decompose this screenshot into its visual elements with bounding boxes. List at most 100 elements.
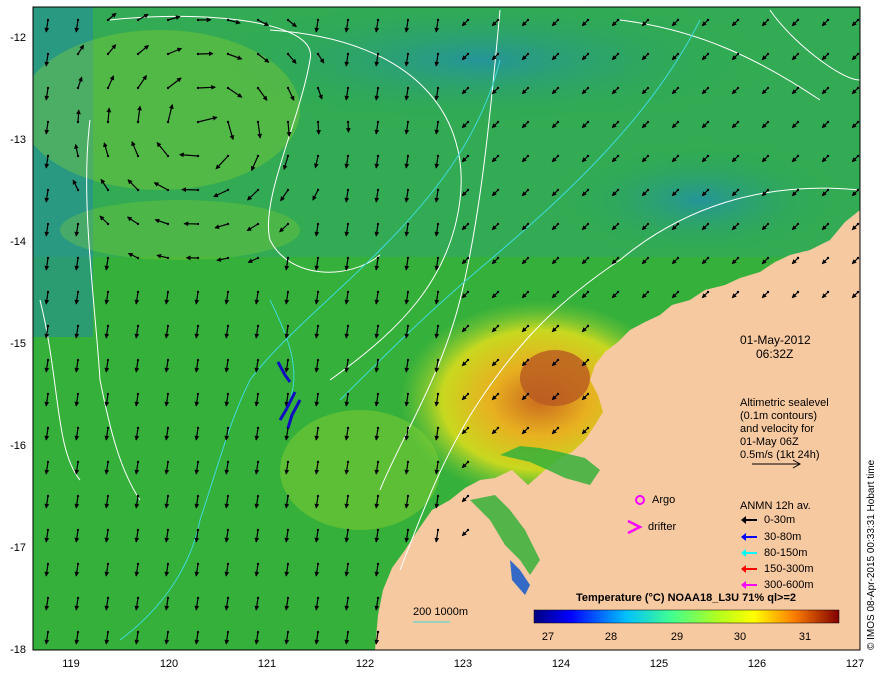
velocity-arrow-origin <box>616 18 620 22</box>
velocity-arrow-origin <box>346 222 350 226</box>
velocity-arrow-origin <box>406 222 410 226</box>
velocity-arrow-origin <box>196 256 200 260</box>
velocity-arrow-origin <box>796 256 800 260</box>
velocity-arrow-origin <box>826 18 830 22</box>
velocity-arrow-origin <box>46 256 50 260</box>
velocity-arrow-origin <box>166 596 170 600</box>
velocity-arrow-origin <box>166 52 170 56</box>
velocity-arrow-origin <box>106 426 110 430</box>
velocity-arrow-origin <box>196 290 200 294</box>
velocity-arrow-origin <box>556 86 560 90</box>
velocity-arrow-origin <box>436 494 440 498</box>
lon-tick: 125 <box>649 658 669 670</box>
velocity-arrow-origin <box>766 256 770 260</box>
anmn-legend-item: 300-600m <box>764 579 814 591</box>
velocity-arrow-origin <box>346 630 350 634</box>
velocity-arrow-origin <box>316 494 320 498</box>
velocity-arrow-origin <box>166 562 170 566</box>
velocity-arrow-origin <box>346 120 350 124</box>
velocity-arrow-origin <box>856 256 860 260</box>
velocity-arrow-origin <box>136 120 140 124</box>
velocity-arrow-origin <box>376 256 380 260</box>
altimetry-note: Altimetric sealevel (0.1m contours) and … <box>740 397 829 461</box>
velocity-arrow-origin <box>316 392 320 396</box>
velocity-arrow-origin <box>166 120 170 124</box>
velocity-arrow-origin <box>226 86 230 90</box>
velocity-arrow-origin <box>736 120 740 124</box>
velocity-arrow-origin <box>106 358 110 362</box>
velocity-arrow-origin <box>286 392 290 396</box>
velocity-arrow-origin <box>736 188 740 192</box>
velocity-arrow-origin <box>76 222 80 226</box>
velocity-arrow-origin <box>256 460 260 464</box>
velocity-arrow-origin <box>316 18 320 22</box>
velocity-arrow-origin <box>226 494 230 498</box>
velocity-arrow-origin <box>346 460 350 464</box>
velocity-arrow-origin <box>466 392 470 396</box>
velocity-arrow-origin <box>316 358 320 362</box>
velocity-arrow-origin <box>136 562 140 566</box>
velocity-arrow-origin <box>586 392 590 396</box>
velocity-arrow-origin <box>346 392 350 396</box>
velocity-arrow-origin <box>376 188 380 192</box>
velocity-arrow-origin <box>166 460 170 464</box>
velocity-arrow-origin <box>376 154 380 158</box>
velocity-arrow-origin <box>586 120 590 124</box>
lat-tick: -18 <box>10 644 26 656</box>
velocity-arrow-origin <box>616 120 620 124</box>
velocity-arrow-origin <box>106 630 110 634</box>
velocity-arrow-origin <box>436 460 440 464</box>
velocity-arrow-origin <box>46 596 50 600</box>
velocity-arrow-origin <box>46 290 50 294</box>
velocity-arrow-origin <box>436 188 440 192</box>
velocity-arrow-origin <box>496 86 500 90</box>
velocity-arrow-origin <box>586 324 590 328</box>
velocity-arrow-origin <box>616 86 620 90</box>
velocity-arrow-origin <box>706 256 710 260</box>
velocity-arrow-origin <box>406 120 410 124</box>
velocity-arrow-origin <box>76 494 80 498</box>
velocity-arrow-origin <box>676 222 680 226</box>
velocity-arrow-origin <box>466 256 470 260</box>
velocity-arrow-origin <box>286 324 290 328</box>
velocity-arrow-origin <box>706 52 710 56</box>
colorbar-tick: 28 <box>604 631 618 643</box>
velocity-arrow-origin <box>616 188 620 192</box>
velocity-arrow-origin <box>436 222 440 226</box>
velocity-arrow-origin <box>376 562 380 566</box>
velocity-arrow-origin <box>676 120 680 124</box>
velocity-arrow-origin <box>406 256 410 260</box>
velocity-arrow-origin <box>766 290 770 294</box>
velocity-arrow-origin <box>46 120 50 124</box>
velocity-arrow-origin <box>346 86 350 90</box>
velocity-arrow-origin <box>616 256 620 260</box>
velocity-arrow-origin <box>316 562 320 566</box>
velocity-arrow-origin <box>76 188 80 192</box>
velocity-arrow-origin <box>256 290 260 294</box>
velocity-arrow-origin <box>466 290 470 294</box>
velocity-arrow-origin <box>316 256 320 260</box>
velocity-arrow-origin <box>766 154 770 158</box>
velocity-arrow-origin <box>166 18 170 22</box>
velocity-arrow-origin <box>646 154 650 158</box>
velocity-arrow-origin <box>106 188 110 192</box>
velocity-arrow-origin <box>586 52 590 56</box>
velocity-arrow-origin <box>196 426 200 430</box>
velocity-arrow-origin <box>496 188 500 192</box>
velocity-arrow-origin <box>196 460 200 464</box>
velocity-arrow-origin <box>226 596 230 600</box>
velocity-arrow-origin <box>196 18 200 22</box>
velocity-arrow-origin <box>466 154 470 158</box>
velocity-arrow-origin <box>346 154 350 158</box>
velocity-arrow-origin <box>256 188 260 192</box>
lon-tick: 121 <box>257 658 277 670</box>
colorbar <box>533 609 840 624</box>
lon-tick: 119 <box>62 658 80 670</box>
velocity-arrow-origin <box>346 188 350 192</box>
velocity-arrow-origin <box>106 324 110 328</box>
velocity-arrow-origin <box>856 52 860 56</box>
velocity-arrow-origin <box>646 256 650 260</box>
velocity-arrow-origin <box>496 222 500 226</box>
lat-tick: -17 <box>10 542 26 554</box>
velocity-arrow-origin <box>46 222 50 226</box>
